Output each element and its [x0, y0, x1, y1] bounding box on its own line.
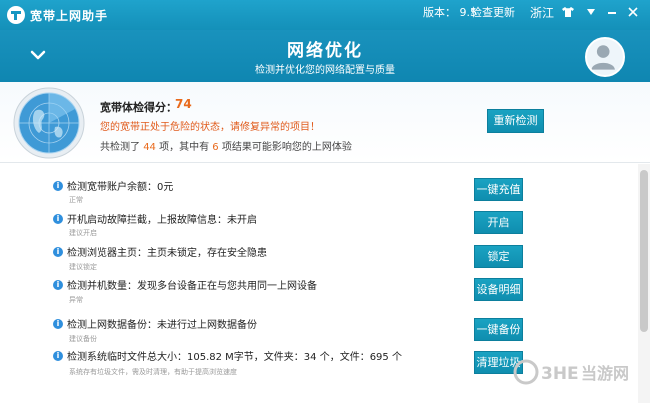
item-note: 建议锁定 — [69, 263, 97, 271]
item-title: 检测系统临时文件总大小：105.82 M字节，文件夹：34 个，文件：695 个 — [67, 352, 402, 363]
info-icon: i — [53, 280, 63, 290]
user-avatar-icon[interactable] — [585, 37, 625, 77]
count-suffix: 项结果可能影响您的上网体验 — [221, 142, 352, 153]
info-icon: i — [53, 351, 63, 361]
count-issues: 6 — [212, 142, 219, 153]
device-details-button[interactable]: 设备明细 — [474, 278, 523, 301]
item-note: 建议开启 — [69, 229, 97, 237]
chevron-down-icon[interactable] — [587, 9, 595, 15]
item-note: 建议备份 — [69, 335, 97, 343]
info-icon: i — [53, 214, 63, 224]
info-icon: i — [53, 181, 63, 191]
check-summary: 宽带体检得分： 74 您的宽带正处于危险的状态，请修复异常的项目！ 共检测了 4… — [0, 82, 650, 163]
recheck-button[interactable]: 重新检测 — [487, 109, 544, 133]
page-subtitle: 检测并优化您的网络配置与质量 — [255, 65, 395, 76]
site-watermark: 3HE 当游网 — [513, 359, 629, 385]
count-total: 44 — [143, 142, 156, 153]
info-icon: i — [53, 319, 63, 329]
count-mid: 项，其中有 — [159, 142, 210, 153]
backup-button[interactable]: 一键备份 — [474, 318, 523, 341]
count-prefix: 共检测了 — [100, 142, 140, 153]
item-title: 检测宽带账户余额：0元 — [67, 182, 174, 193]
watermark-site: 当游网 — [581, 364, 629, 383]
header-banner: 网络优化 检测并优化您的网络配置与质量 — [0, 30, 650, 82]
info-icon: i — [53, 247, 63, 257]
watermark-brand: 3HE — [541, 364, 579, 384]
close-icon[interactable] — [628, 7, 638, 17]
radar-globe-icon — [13, 87, 85, 159]
app-logo-icon — [7, 6, 25, 24]
item-note: 系统存有垃圾文件，需及时清理，有助于提高浏览速度 — [69, 368, 237, 376]
score-label: 宽带体检得分： — [100, 101, 177, 114]
app-title: 宽带上网助手 — [30, 9, 109, 23]
item-title: 开机启动故障拦截，上报故障信息：未开启 — [67, 215, 257, 226]
version-label: 版本： 9.5 — [423, 6, 477, 19]
item-note: 正常 — [69, 196, 83, 204]
recharge-button[interactable]: 一键充值 — [474, 178, 523, 201]
enable-button[interactable]: 开启 — [474, 211, 523, 234]
warning-text: 您的宽带正处于危险的状态，请修复异常的项目！ — [100, 122, 320, 133]
check-count-line: 共检测了 44 项，其中有 6 项结果可能影响您的上网体验 — [100, 138, 352, 153]
title-bar: 宽带上网助手 版本： 9.5 检查更新 浙江 — [0, 0, 650, 30]
item-title: 检测上网数据备份：未进行过上网数据备份 — [67, 320, 257, 331]
item-title: 检测并机数量：发现多台设备正在与您共用同一上网设备 — [67, 281, 317, 292]
lock-homepage-button[interactable]: 锁定 — [474, 245, 523, 268]
city-selector[interactable]: 浙江 — [530, 4, 554, 21]
score-value: 74 — [175, 97, 192, 111]
page-title: 网络优化 — [287, 41, 363, 61]
check-update-link[interactable]: 检查更新 — [471, 4, 515, 20]
tshirt-icon[interactable] — [562, 7, 574, 17]
scrollbar-thumb[interactable] — [640, 170, 648, 332]
minimize-icon[interactable] — [608, 12, 616, 14]
item-title: 检测浏览器主页：主页未锁定，存在安全隐患 — [67, 248, 267, 259]
item-note: 异常 — [69, 296, 83, 304]
